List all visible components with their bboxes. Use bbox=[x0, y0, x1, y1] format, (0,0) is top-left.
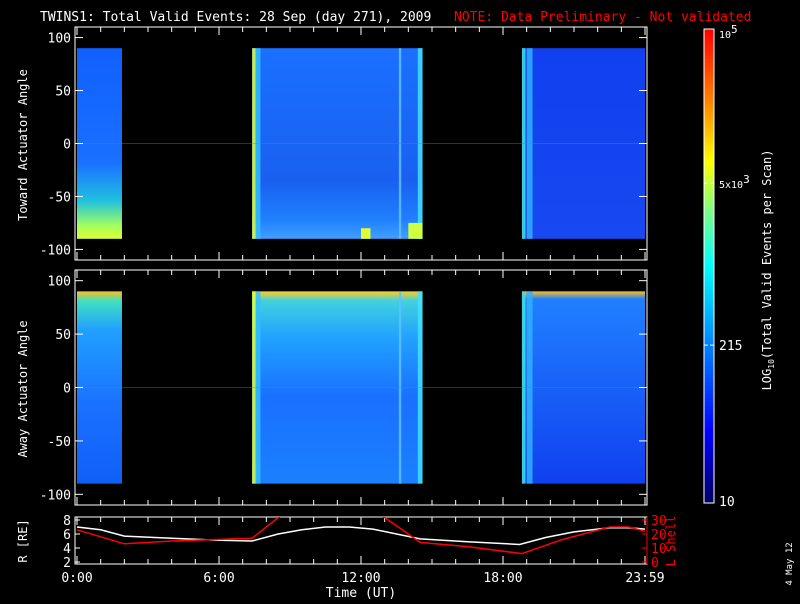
time-tick-label: 6:00 bbox=[203, 571, 234, 586]
date-stamp: 4 May 12 bbox=[785, 542, 795, 585]
away-ytick-label: -50 bbox=[48, 435, 71, 450]
colorbar-tick-label: 10 bbox=[719, 495, 735, 510]
toward-ylabel: Toward Actuator Angle bbox=[16, 69, 30, 221]
plot-title: TWINS1: Total Valid Events: 28 Sep (day … bbox=[40, 10, 431, 25]
time-tick-label: 0:00 bbox=[61, 571, 92, 586]
toward-ytick-label: 100 bbox=[48, 32, 71, 47]
twins-figure: 100500-50-100100500-50-1000:00 6:00 12:00 1… bbox=[16, 10, 795, 601]
colorbar-tick-label: 105 bbox=[719, 23, 738, 41]
colorbar-tick-label: 5x103 bbox=[719, 173, 750, 191]
away-ytick-label: -100 bbox=[40, 488, 71, 503]
toward-hot-patch bbox=[361, 228, 371, 239]
time-tick-label: 18:00 bbox=[483, 571, 522, 586]
r-tick-label: 2 bbox=[63, 556, 71, 571]
time-tick-label: 23:59 bbox=[625, 571, 664, 586]
preliminary-note: NOTE: Data Preliminary - Not validated bbox=[454, 10, 751, 25]
time-xlabel: Time (UT) bbox=[326, 586, 396, 600]
away-ylabel: Away Actuator Angle bbox=[16, 320, 30, 457]
lshell-tick-label: 0 bbox=[651, 556, 659, 571]
away-ytick-label: 50 bbox=[55, 328, 71, 343]
r-tick-label: 8 bbox=[63, 514, 71, 529]
r-tick-label: 6 bbox=[63, 528, 71, 543]
toward-ytick-label: 0 bbox=[63, 138, 71, 153]
away-ytick-label: 100 bbox=[48, 275, 71, 290]
away-ytick-label: 0 bbox=[63, 382, 71, 397]
r-ylabel: R [RE] bbox=[16, 519, 30, 562]
time-tick-label: 12:00 bbox=[341, 571, 380, 586]
toward-ytick-label: -50 bbox=[48, 190, 71, 205]
r-tick-label: 4 bbox=[63, 542, 71, 557]
toward-ytick-label: 50 bbox=[55, 85, 71, 100]
toward-ytick-label: -100 bbox=[40, 243, 71, 258]
lshell-ylabel: L Shell bbox=[664, 516, 678, 567]
toward-hot-patch bbox=[408, 222, 423, 239]
heatmap-layer bbox=[77, 48, 645, 484]
colorbar-tick-exponent: 3 bbox=[743, 173, 750, 186]
colorbar-label: LOG10(Total Valid Events per Scan) bbox=[760, 150, 776, 391]
colorbar bbox=[703, 28, 715, 504]
colorbar-tick-label: 215 bbox=[719, 339, 742, 354]
colorbar-tick-exponent: 5 bbox=[731, 23, 738, 36]
